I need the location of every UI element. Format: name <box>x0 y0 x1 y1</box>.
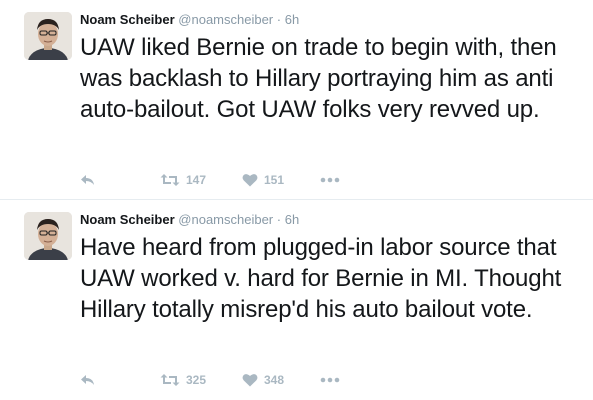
avatar-image <box>24 12 72 60</box>
more-button[interactable] <box>320 370 340 390</box>
avatar[interactable] <box>24 212 72 260</box>
tweet-text: UAW liked Bernie on trade to begin with,… <box>80 34 557 123</box>
tweet-header: Noam Scheiber @noamscheiber · 6h <box>80 212 299 228</box>
reply-icon <box>81 375 94 385</box>
retweet-count: 325 <box>186 373 207 387</box>
author-handle[interactable]: @noamscheiber <box>178 212 273 227</box>
like-button[interactable]: 151 <box>242 170 284 190</box>
tweet[interactable]: Noam Scheiber @noamscheiber · 6h Have he… <box>0 200 593 400</box>
more-dots-icon <box>320 177 340 183</box>
retweet-button[interactable]: 325 <box>160 370 206 390</box>
more-dots-icon <box>320 377 340 383</box>
reply-button[interactable] <box>80 170 96 190</box>
like-count: 151 <box>264 173 285 187</box>
avatar-image <box>24 212 72 260</box>
tweet-actions: 325 348 <box>80 370 380 390</box>
separator: · <box>276 12 282 27</box>
more-button[interactable] <box>320 170 340 190</box>
separator: · <box>276 212 282 227</box>
retweet-icon <box>160 174 180 186</box>
heart-icon <box>242 374 258 387</box>
tweet-actions: 147 151 <box>80 170 380 190</box>
like-button[interactable]: 348 <box>242 370 284 390</box>
retweet-count: 147 <box>186 173 207 187</box>
heart-icon <box>242 174 258 187</box>
avatar[interactable] <box>24 12 72 60</box>
author-handle[interactable]: @noamscheiber <box>178 12 273 27</box>
tweet-text: Have heard from plugged-in labor source … <box>80 234 562 323</box>
tweet[interactable]: Noam Scheiber @noamscheiber · 6h UAW lik… <box>0 0 593 200</box>
author-name[interactable]: Noam Scheiber <box>80 212 175 227</box>
reply-icon <box>81 175 94 185</box>
retweet-button[interactable]: 147 <box>160 170 206 190</box>
retweet-icon <box>160 374 180 386</box>
timestamp[interactable]: 6h <box>285 12 299 27</box>
tweet-header: Noam Scheiber @noamscheiber · 6h <box>80 12 299 28</box>
like-count: 348 <box>264 373 285 387</box>
reply-button[interactable] <box>80 370 96 390</box>
author-name[interactable]: Noam Scheiber <box>80 12 175 27</box>
timestamp[interactable]: 6h <box>285 212 299 227</box>
